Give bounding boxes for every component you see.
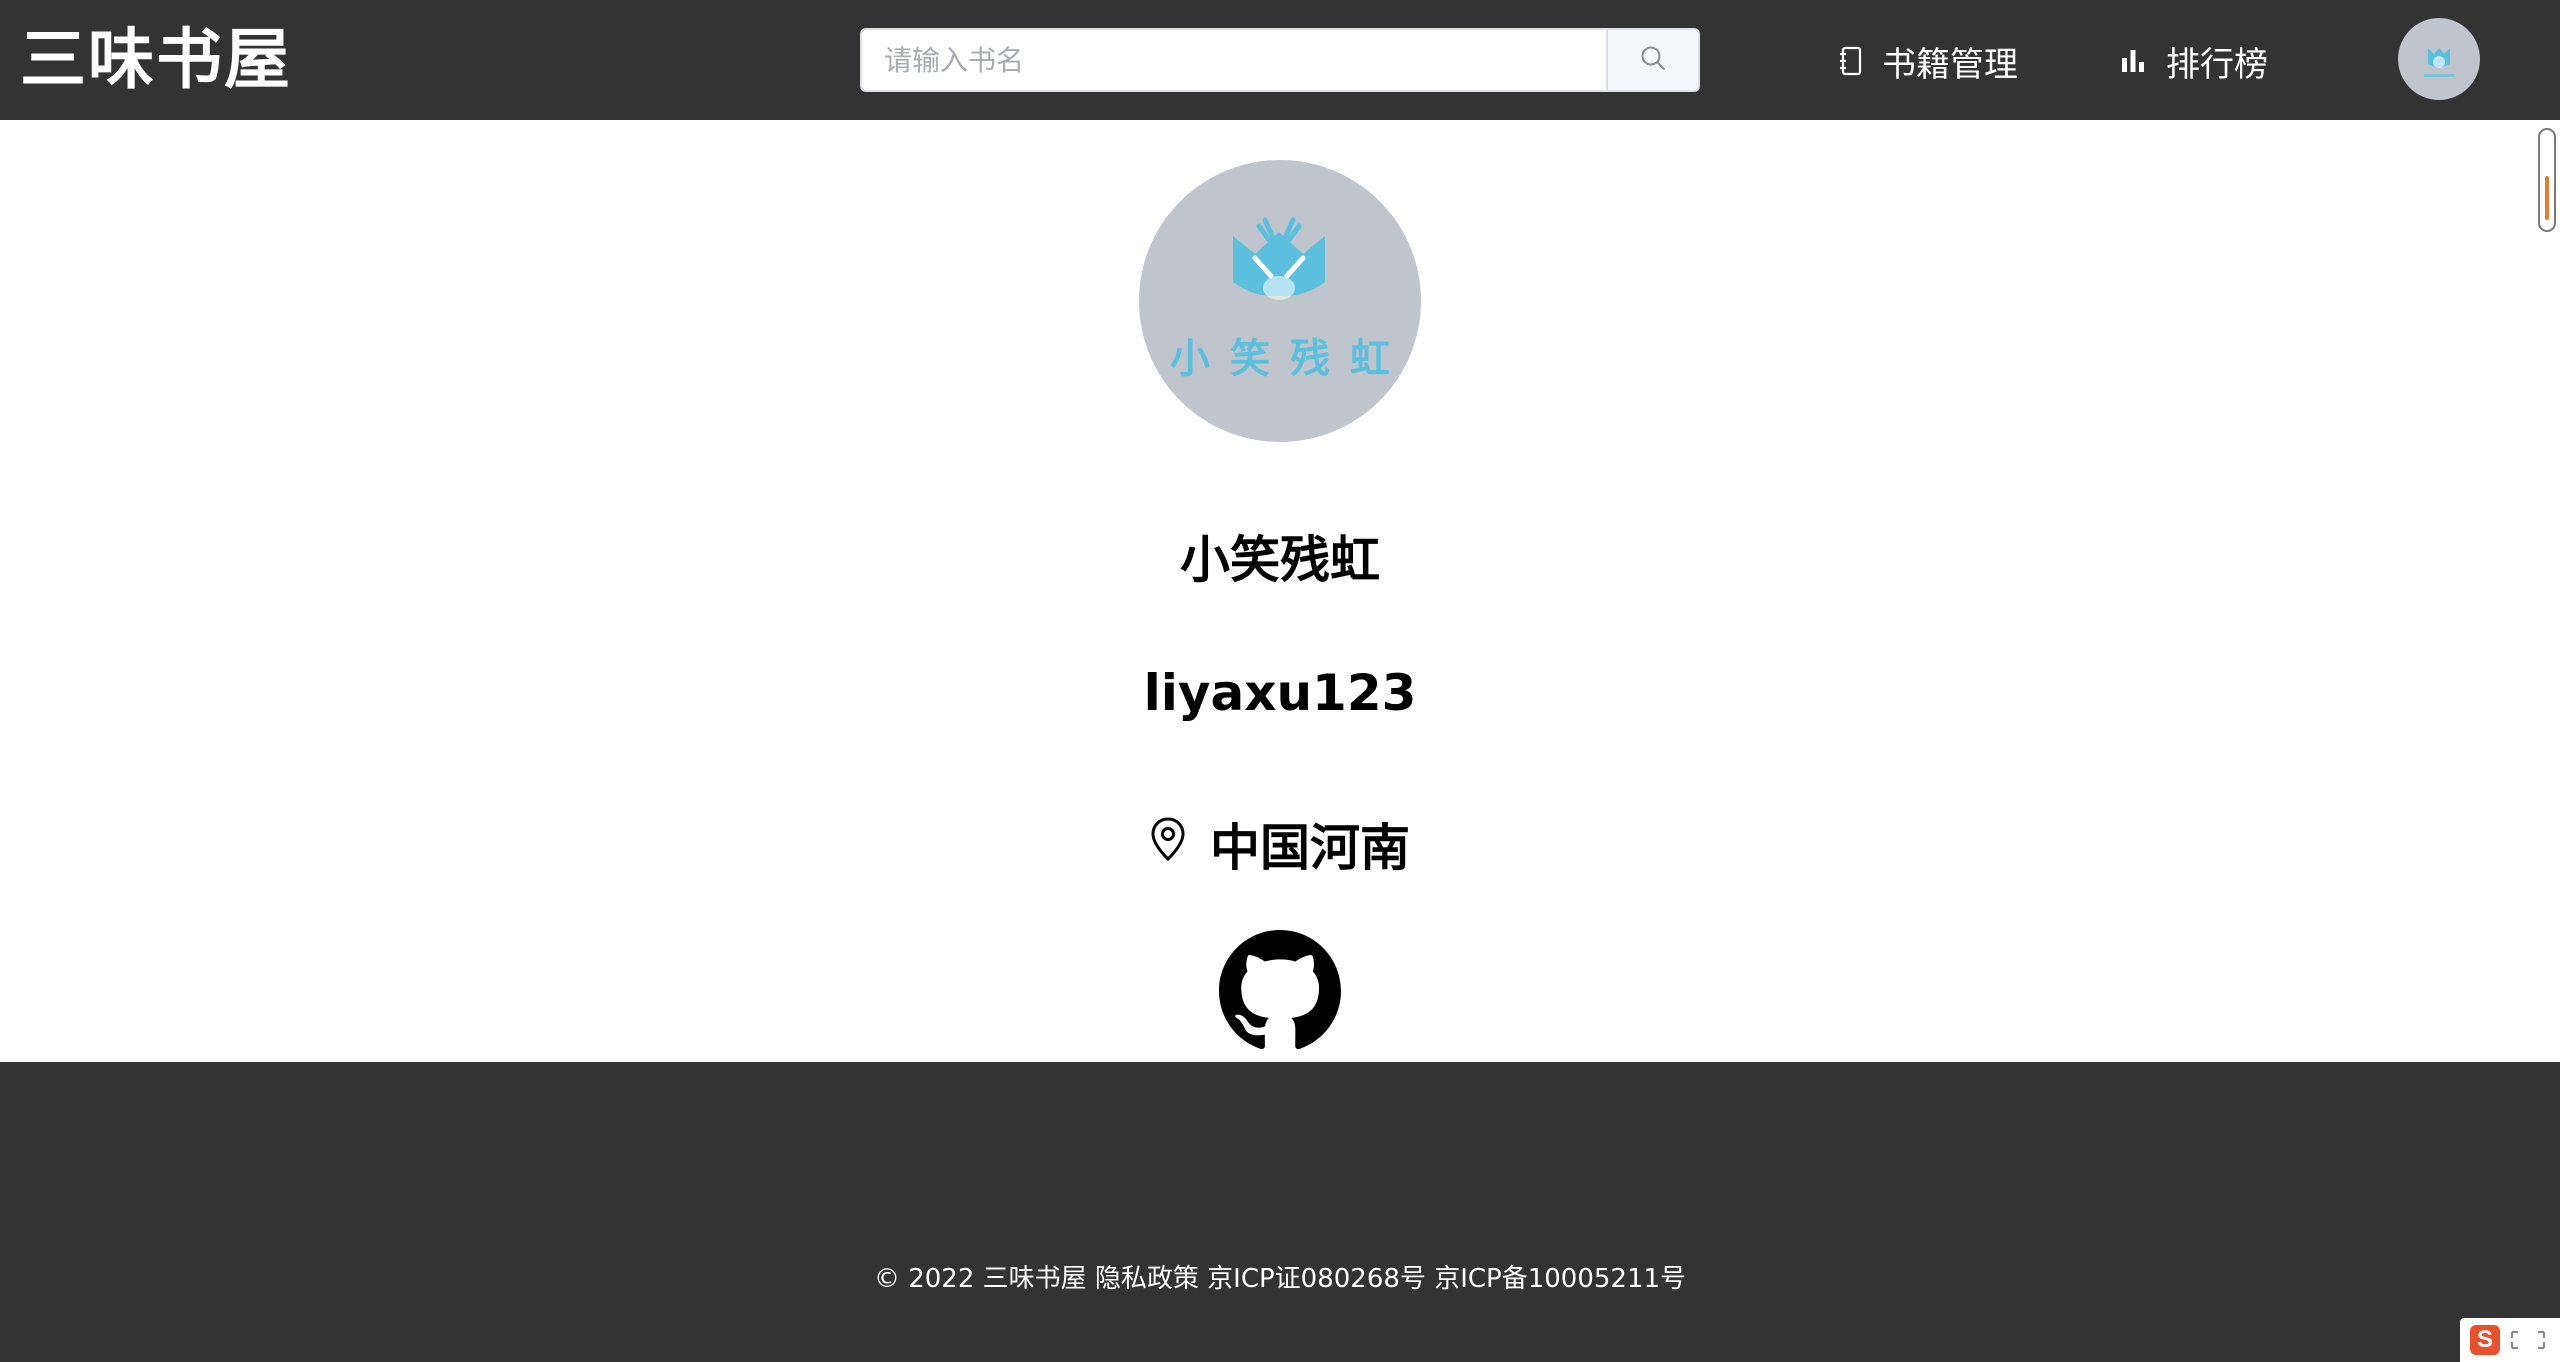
footer-copyright: © 2022 三味书屋 隐私政策 京ICP证080268号 京ICP备10005… [873, 1264, 1687, 1294]
user-avatar[interactable] [2398, 18, 2480, 100]
site-logo[interactable]: 三味书屋 [20, 24, 292, 96]
avatar-mascot-icon [2424, 48, 2454, 77]
vertical-scrollbar[interactable] [2534, 120, 2560, 1062]
page: 三味书屋 书籍管理 [0, 0, 2560, 1362]
nav-ranking[interactable]: 排行榜 [2120, 36, 2268, 86]
search-box [860, 28, 1700, 92]
notebook-icon [1838, 46, 1862, 76]
nav-book-management[interactable]: 书籍管理 [1838, 36, 2018, 86]
bar-chart-icon [2120, 48, 2146, 74]
ime-toolbar[interactable]: S [2460, 1318, 2560, 1362]
search-button[interactable] [1606, 30, 1698, 90]
search-icon [1640, 45, 1666, 75]
nav-book-management-label: 书籍管理 [1882, 44, 2018, 85]
profile-nickname: 小笑残虹 [1180, 531, 1380, 589]
top-bar: 三味书屋 书籍管理 [0, 0, 2560, 120]
ime-logo-icon: S [2470, 1325, 2500, 1355]
site-footer: © 2022 三味书屋 隐私政策 京ICP证080268号 京ICP备10005… [0, 1062, 2560, 1362]
github-icon [1219, 930, 1341, 1049]
profile-location: 中国河南 [0, 808, 2560, 880]
scrollbar-marker [2545, 176, 2549, 220]
profile-username: liyaxu123 [1143, 664, 1417, 722]
location-pin-icon [1150, 815, 1186, 873]
profile-section: 小笑残虹 小笑残虹 liyaxu123 中国河南 [0, 120, 2560, 1062]
profile-avatar: 小笑残虹 [1139, 160, 1421, 442]
nav-ranking-label: 排行榜 [2166, 44, 2268, 85]
search-input[interactable] [862, 30, 1606, 90]
avatar-caption: 小笑残虹 [1170, 335, 1410, 382]
github-link[interactable] [1219, 930, 1341, 1052]
location-text: 中国河南 [1210, 819, 1410, 877]
ime-options-icon [2511, 1331, 2545, 1349]
mascot-icon [1233, 217, 1325, 300]
